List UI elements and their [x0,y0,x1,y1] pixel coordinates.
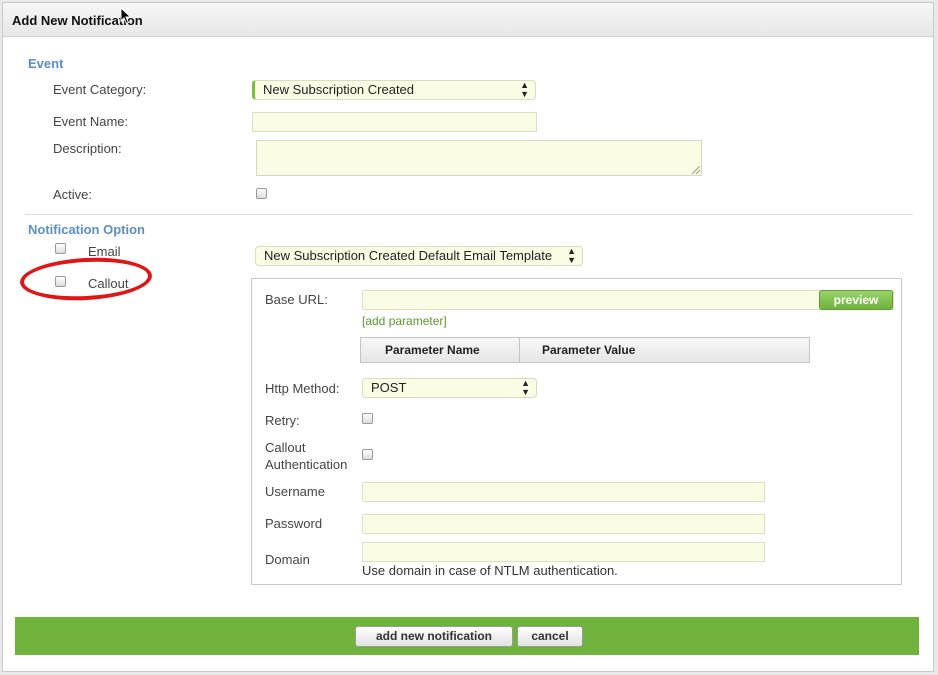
description-textarea[interactable] [256,140,702,176]
add-parameter-link[interactable]: [add parameter] [362,314,447,328]
password-input[interactable] [362,514,765,534]
dialog-footer: add new notification cancel [15,617,919,655]
password-label: Password [265,516,323,531]
notification-section-heading: Notification Option [28,222,145,237]
email-checkbox[interactable] [55,243,66,254]
callout-auth-label-line2: Authentication [265,457,348,472]
cancel-button[interactable]: cancel [517,626,583,647]
username-input[interactable] [362,482,765,502]
callout-settings-panel [251,278,902,585]
http-method-label: Http Method: [265,381,340,396]
add-new-notification-button[interactable]: add new notification [355,626,513,647]
select-arrows-icon: ▲ ▼ [567,246,576,265]
section-divider [25,214,913,215]
select-arrows-icon: ▲ ▼ [520,80,529,99]
http-method-select[interactable]: POST ▲ ▼ [362,378,537,398]
base-url-label: Base URL: [265,292,328,307]
callout-auth-checkbox[interactable] [362,449,373,460]
event-category-value: New Subscription Created [263,82,415,97]
dialog-titlebar: Add New Notification [3,3,933,37]
username-label: Username [265,484,325,499]
select-arrows-icon: ▲ ▼ [521,378,530,397]
parameter-value-header: Parameter Value [542,343,636,357]
retry-checkbox[interactable] [362,413,373,424]
active-label: Active: [53,187,93,202]
base-url-input[interactable] [362,290,894,310]
resize-grip-icon[interactable] [692,166,700,174]
mouse-pointer-icon [120,7,132,25]
event-category-select[interactable]: New Subscription Created ▲ ▼ [252,80,536,100]
active-checkbox[interactable] [256,188,267,199]
callout-auth-label-line1: Callout [265,440,306,455]
email-template-value: New Subscription Created Default Email T… [264,248,553,263]
domain-label: Domain [265,552,310,567]
parameter-name-header: Parameter Name [361,338,520,362]
description-label: Description: [53,141,122,156]
domain-hint: Use domain in case of NTLM authenticatio… [362,563,618,578]
event-category-label: Event Category: [53,82,147,97]
http-method-value: POST [371,380,407,395]
parameter-table-header: Parameter Name Parameter Value [360,337,810,363]
event-name-input[interactable] [252,112,537,132]
email-template-select[interactable]: New Subscription Created Default Email T… [255,246,583,266]
event-name-label: Event Name: [53,114,129,129]
domain-input[interactable] [362,542,765,562]
preview-button[interactable]: preview [819,290,893,310]
event-section-heading: Event [28,56,64,71]
retry-label: Retry: [265,413,300,428]
